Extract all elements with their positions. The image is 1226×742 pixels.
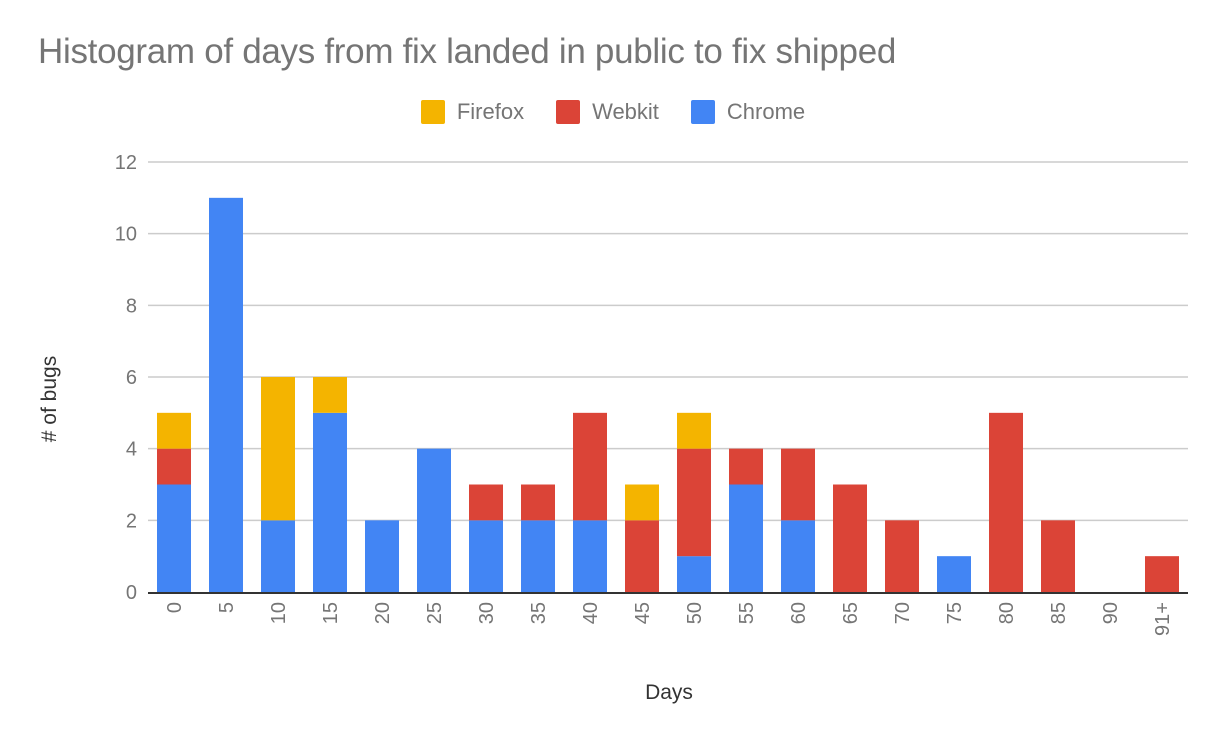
bar-chrome-0[interactable] bbox=[157, 484, 191, 593]
bar-firefox-50[interactable] bbox=[677, 412, 711, 449]
y-tick-label: 2 bbox=[126, 510, 137, 532]
bar-webkit-91+[interactable] bbox=[1145, 556, 1179, 592]
x-tick-label: 10 bbox=[268, 602, 290, 624]
y-tick-label: 10 bbox=[115, 224, 137, 246]
bar-chrome-30[interactable] bbox=[469, 520, 503, 592]
x-tick-label: 20 bbox=[372, 602, 394, 624]
x-tick-label: 50 bbox=[684, 602, 706, 624]
x-tick-label: 15 bbox=[320, 602, 342, 624]
x-tick-label: 45 bbox=[632, 602, 654, 624]
y-tick-label: 0 bbox=[126, 582, 137, 604]
bar-chrome-35[interactable] bbox=[521, 520, 555, 592]
x-tick-label: 80 bbox=[996, 602, 1018, 624]
x-tick-label: 40 bbox=[580, 602, 602, 624]
bar-webkit-55[interactable] bbox=[729, 448, 763, 485]
bar-firefox-10[interactable] bbox=[261, 377, 295, 521]
x-tick-label: 85 bbox=[1048, 602, 1070, 624]
x-tick-label: 70 bbox=[892, 602, 914, 624]
bar-chrome-10[interactable] bbox=[261, 520, 295, 592]
x-tick-label: 5 bbox=[216, 602, 238, 613]
bar-webkit-40[interactable] bbox=[573, 412, 607, 521]
bar-firefox-15[interactable] bbox=[313, 377, 347, 413]
bar-chrome-50[interactable] bbox=[677, 556, 711, 592]
x-tick-label: 55 bbox=[736, 602, 758, 624]
bar-chrome-40[interactable] bbox=[573, 520, 607, 592]
bar-chrome-60[interactable] bbox=[781, 520, 815, 592]
y-tick-label: 4 bbox=[126, 439, 137, 461]
bar-webkit-65[interactable] bbox=[833, 484, 867, 593]
x-tick-label: 65 bbox=[840, 602, 862, 624]
bar-webkit-85[interactable] bbox=[1041, 520, 1075, 592]
bar-chrome-15[interactable] bbox=[313, 412, 347, 592]
y-tick-label: 6 bbox=[126, 367, 137, 389]
bar-firefox-0[interactable] bbox=[157, 412, 191, 449]
bar-chrome-55[interactable] bbox=[729, 484, 763, 593]
bar-firefox-45[interactable] bbox=[625, 484, 659, 521]
bar-chrome-20[interactable] bbox=[365, 520, 399, 592]
bar-webkit-70[interactable] bbox=[885, 520, 919, 592]
x-tick-label: 60 bbox=[788, 602, 810, 624]
bar-chrome-5[interactable] bbox=[209, 197, 243, 593]
bar-webkit-35[interactable] bbox=[521, 484, 555, 521]
chart-plot: 0 2 4 6 8 10 12 0 5 10 15 20 25 30 35 40 45 50 55 60 65 70 75 8… bbox=[38, 152, 1188, 704]
x-axis-title: Days bbox=[645, 681, 693, 704]
x-tick-label: 30 bbox=[476, 602, 498, 624]
bars bbox=[157, 197, 1179, 593]
x-tick-label: 90 bbox=[1100, 602, 1122, 624]
bar-webkit-80[interactable] bbox=[989, 412, 1023, 592]
bar-webkit-50[interactable] bbox=[677, 448, 711, 557]
gridlines bbox=[148, 161, 1188, 522]
x-tick-label: 25 bbox=[424, 602, 446, 624]
bar-chrome-75[interactable] bbox=[937, 556, 971, 592]
bar-webkit-45[interactable] bbox=[625, 520, 659, 592]
y-tick-label: 12 bbox=[115, 152, 137, 174]
bar-webkit-0[interactable] bbox=[157, 448, 191, 485]
bar-webkit-30[interactable] bbox=[469, 484, 503, 521]
bar-webkit-60[interactable] bbox=[781, 448, 815, 521]
bar-chrome-25[interactable] bbox=[417, 448, 451, 592]
x-tick-label: 35 bbox=[528, 602, 550, 624]
x-tick-label: 91+ bbox=[1152, 602, 1174, 636]
x-tick-label: 75 bbox=[944, 602, 966, 624]
x-tick-label: 0 bbox=[164, 602, 186, 613]
y-axis-title: # of bugs bbox=[38, 356, 61, 442]
y-tick-label: 8 bbox=[126, 295, 137, 317]
